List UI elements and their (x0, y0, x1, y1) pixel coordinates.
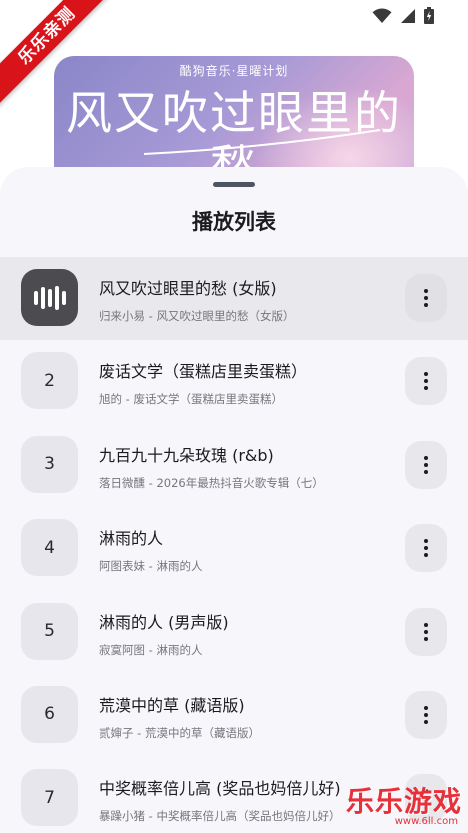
track-subtitle: 落日微醺 - 2026年最热抖音火歌专辑（七） (99, 475, 324, 490)
wifi-icon (372, 7, 392, 23)
playlist-sheet: 播放列表 风又吹过眼里的愁 (女版) 归来小易 - 风又吹过眼里的愁（女版） 2 废话… (0, 167, 468, 833)
status-icons (372, 7, 434, 24)
bottom-watermark: 乐乐游戏 www.6ll.com (346, 780, 462, 827)
track-title: 中奖概率倍儿高 (奖品也妈倍儿好) (99, 779, 341, 799)
track-number: 4 (21, 519, 78, 577)
playlist-row[interactable]: 6 荒漠中的草 (藏语版) 贰婶子 - 荒漠中的草（藏语版） (0, 674, 468, 757)
more-options-button[interactable] (405, 524, 447, 573)
more-vertical-icon (424, 705, 428, 724)
more-vertical-icon (424, 622, 428, 641)
playlist-row[interactable]: 风又吹过眼里的愁 (女版) 归来小易 - 风又吹过眼里的愁（女版） (0, 257, 468, 341)
playlist-row[interactable]: 4 淋雨的人阿图表妹 - 淋雨的人 (0, 507, 468, 590)
more-options-button[interactable] (405, 440, 447, 489)
track-subtitle: 归来小易 - 风又吹过眼里的愁（女版） (99, 309, 295, 323)
more-vertical-icon (424, 289, 428, 307)
more-options-button[interactable] (405, 690, 447, 739)
track-title: 九百九十九朵玫瑰 (r&b) (99, 445, 274, 465)
playlist-title: 播放列表 (192, 210, 276, 234)
corner-watermark: 乐乐亲测 (0, 0, 110, 110)
track-title: 废话文学（蛋糕店里卖蛋糕） (99, 362, 308, 382)
track-number: 3 (21, 435, 78, 493)
bottom-watermark-title: 乐乐游戏 (345, 785, 462, 818)
more-options-button[interactable] (405, 357, 447, 406)
equalizer-icon (33, 285, 66, 310)
track-title: 淋雨的人 (男声版) (99, 612, 229, 632)
track-number: 5 (21, 602, 78, 660)
playlist-row[interactable]: 5 淋雨的人 (男声版) 寂寞阿图 - 淋雨的人 (0, 591, 468, 674)
corner-watermark-text: 乐乐亲测 (0, 0, 110, 107)
more-vertical-icon (424, 372, 428, 391)
playlist-row[interactable]: 3 九百九十九朵玫瑰 (r&b) 落日微醺 - 2026年最热抖音火歌专辑（七） (0, 424, 468, 507)
playlist-list: 风又吹过眼里的愁 (女版) 归来小易 - 风又吹过眼里的愁（女版） 2 废话文学（蛋糕… (0, 257, 468, 833)
track-title: 淋雨的人 (99, 529, 164, 549)
track-subtitle: 旭的 - 废话文学（蛋糕店里卖蛋糕） (99, 392, 283, 407)
track-subtitle: 贰婶子 - 荒漠中的草（藏语版） (99, 725, 260, 740)
track-number: 7 (21, 769, 78, 827)
battery-icon (424, 7, 434, 24)
track-subtitle: 暴躁小猪 - 中奖概率倍儿高（奖品也妈倍儿好） (99, 809, 341, 824)
track-number: 6 (21, 685, 78, 743)
drag-handle[interactable] (213, 182, 255, 187)
more-options-button[interactable] (405, 274, 447, 322)
now-playing-tile (21, 269, 78, 326)
album-swoosh-decoration (144, 129, 381, 155)
track-title: 风又吹过眼里的愁 (女版) (99, 279, 277, 298)
track-subtitle: 阿图表妹 - 淋雨的人 (99, 559, 203, 574)
track-subtitle: 寂寞阿图 - 淋雨的人 (99, 642, 203, 657)
track-title: 荒漠中的草 (藏语版) (99, 695, 245, 715)
signal-icon (401, 8, 415, 23)
more-vertical-icon (424, 539, 428, 558)
more-options-button[interactable] (405, 607, 447, 656)
track-number: 2 (21, 352, 78, 410)
playlist-row[interactable]: 2 废话文学（蛋糕店里卖蛋糕） 旭的 - 废话文学（蛋糕店里卖蛋糕） (0, 340, 468, 423)
more-vertical-icon (424, 455, 428, 474)
